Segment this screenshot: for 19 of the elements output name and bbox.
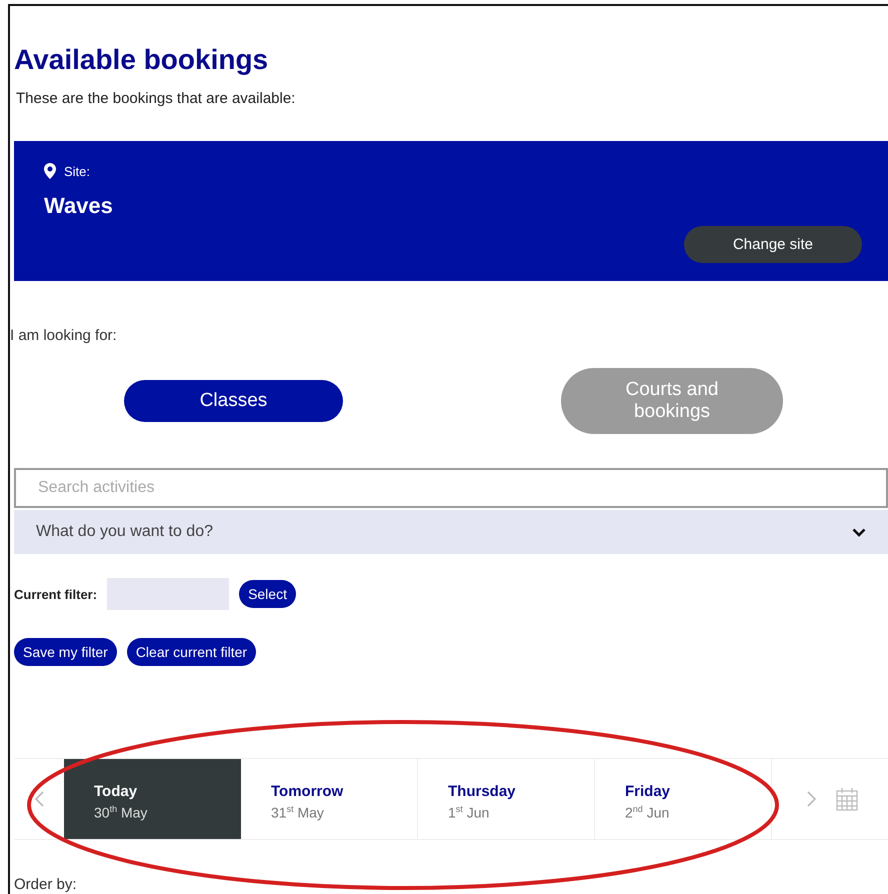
order-by-label: Order by: — [14, 876, 78, 893]
site-label: Site: — [64, 164, 90, 178]
looking-for-label: I am looking for: — [10, 327, 118, 344]
select-button[interactable]: Select — [239, 580, 296, 608]
category-button[interactable]: Classes — [124, 380, 343, 422]
filter-field[interactable] — [107, 578, 230, 610]
page-subtitle: These are the bookings that are available: — [16, 90, 296, 107]
location-pin-icon — [44, 163, 56, 179]
date-tab[interactable]: Today 30$^{th}$ May — [64, 759, 241, 839]
site-name: Waves — [44, 193, 113, 219]
filter-button[interactable]: Save my filter — [14, 638, 117, 666]
page-title: Available bookings — [14, 44, 270, 76]
change-site-button[interactable]: Change site — [684, 226, 862, 263]
filter-label: Current filter: — [14, 586, 98, 602]
filter-button[interactable]: Clear current filter — [126, 638, 256, 666]
search-field[interactable]: Search activities — [14, 468, 888, 508]
activity-dropdown[interactable]: What do you want to do? — [14, 510, 888, 554]
calendar-icon[interactable] — [836, 787, 858, 811]
chevron-down-icon — [852, 528, 866, 536]
